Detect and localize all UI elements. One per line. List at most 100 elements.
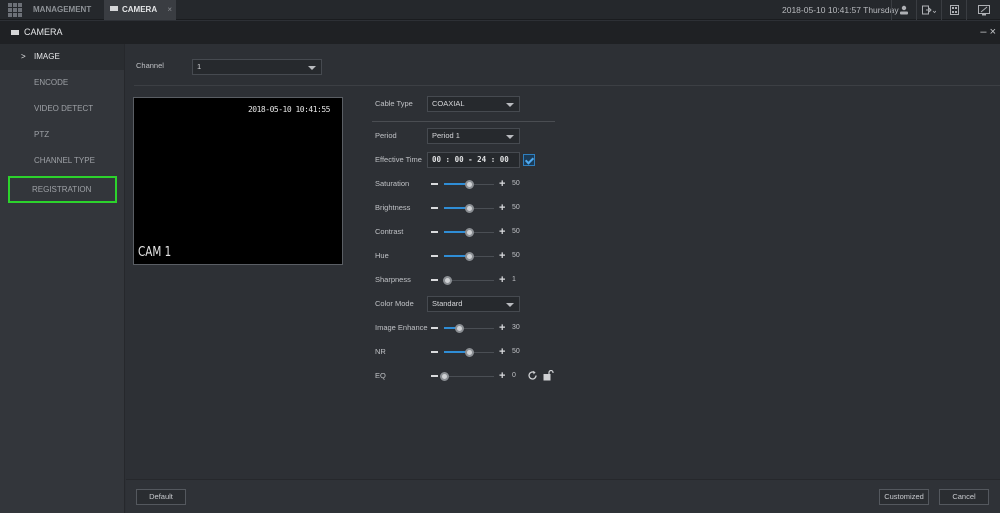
cancel-button[interactable]: Cancel (939, 489, 989, 505)
eq-slider[interactable]: + 0 (431, 368, 541, 384)
minus-icon[interactable] (431, 327, 438, 329)
cable-type-label: Cable Type (375, 99, 413, 108)
osd-channel-name: CAM 1 (138, 245, 172, 260)
period-select[interactable]: Period 1 (427, 128, 520, 144)
cable-type-select[interactable]: COAXIAL (427, 96, 520, 112)
image-enhance-label: Image Enhance (375, 323, 428, 332)
sidebar-item-ptz[interactable]: PTZ (0, 122, 124, 148)
effective-time-checkbox[interactable] (523, 154, 535, 166)
slider-track[interactable] (444, 323, 494, 333)
slider-value: 50 (512, 204, 520, 211)
plus-icon[interactable]: + (499, 346, 505, 358)
plus-icon[interactable]: + (499, 274, 505, 286)
tab-camera-label: CAMERA (122, 5, 158, 14)
color-mode-label: Color Mode (375, 299, 414, 308)
chevron-down-icon (506, 103, 514, 107)
eq-row: EQ + 0 (375, 368, 675, 384)
channel-value: 1 (197, 62, 202, 71)
plus-icon[interactable]: + (499, 226, 505, 238)
slider-handle[interactable] (464, 203, 474, 213)
footer-bar: Default Customized Cancel (126, 479, 1000, 513)
slider-track[interactable] (444, 227, 494, 237)
sharpness-slider[interactable]: + 1 (431, 272, 541, 288)
effective-time-input[interactable]: 00 : 00 - 24 : 00 (427, 152, 520, 168)
cable-type-value: COAXIAL (432, 99, 465, 108)
nr-label: NR (375, 347, 386, 356)
sidebar-item-label: VIDEO DETECT (34, 104, 94, 113)
hue-row: Hue + 50 (375, 248, 675, 264)
image-enhance-slider[interactable]: + 30 (431, 320, 541, 336)
saturation-row: Saturation + 50 (375, 176, 675, 192)
slider-handle[interactable] (464, 179, 474, 189)
sidebar-item-encode[interactable]: ENCODE (0, 70, 124, 96)
slider-track[interactable] (444, 251, 494, 261)
slider-handle[interactable] (464, 347, 474, 357)
tab-camera[interactable]: CAMERA × (104, 0, 176, 20)
unlock-icon[interactable] (543, 369, 554, 384)
slider-handle[interactable] (442, 275, 452, 285)
plus-icon[interactable]: + (499, 202, 505, 214)
divider (134, 85, 1000, 86)
saturation-label: Saturation (375, 179, 410, 188)
plus-icon[interactable]: + (499, 370, 505, 382)
minus-icon[interactable] (431, 279, 438, 281)
default-button[interactable]: Default (136, 489, 186, 505)
layout-icon[interactable] (941, 0, 966, 20)
nr-slider[interactable]: + 50 (431, 344, 541, 360)
slider-value: 50 (512, 252, 520, 259)
minus-icon[interactable] (431, 207, 438, 209)
top-bar: MANAGEMENT CAMERA × 2018-05-10 10:41:57 … (0, 0, 1000, 20)
slider-value: 0 (512, 372, 516, 379)
channel-select[interactable]: 1 (192, 59, 322, 75)
contrast-row: Contrast + 50 (375, 224, 675, 240)
sidebar-item-label: PTZ (34, 130, 50, 139)
sidebar-item-registration[interactable]: REGISTRATION (8, 176, 117, 203)
plus-icon[interactable]: + (499, 322, 505, 334)
refresh-icon[interactable] (527, 370, 538, 384)
minus-icon[interactable] (431, 255, 438, 257)
minus-icon[interactable] (431, 231, 438, 233)
window-controls: – × (980, 21, 996, 44)
brightness-slider[interactable]: + 50 (431, 200, 541, 216)
camera-icon (110, 6, 118, 12)
slider-handle[interactable] (454, 323, 464, 333)
display-icon[interactable] (966, 0, 1000, 20)
minimize-icon[interactable]: – (980, 26, 986, 38)
minus-icon[interactable] (431, 375, 438, 377)
period-value: Period 1 (432, 131, 460, 140)
image-enhance-row: Image Enhance + 30 (375, 320, 675, 336)
page-header: CAMERA – × (0, 21, 1000, 44)
slider-handle[interactable] (464, 251, 474, 261)
minus-icon[interactable] (431, 183, 438, 185)
sidebar-item-label: ENCODE (34, 78, 69, 87)
color-mode-select[interactable]: Standard (427, 296, 520, 312)
slider-track[interactable] (444, 347, 494, 357)
hue-slider[interactable]: + 50 (431, 248, 541, 264)
minus-icon[interactable] (431, 351, 438, 353)
slider-value: 50 (512, 180, 520, 187)
slider-track[interactable] (444, 203, 494, 213)
apps-grid-icon[interactable] (8, 3, 24, 17)
logout-icon[interactable] (916, 0, 941, 20)
sidebar-item-image[interactable]: > IMAGE (0, 44, 124, 70)
plus-icon[interactable]: + (499, 250, 505, 262)
close-tab-icon[interactable]: × (167, 0, 172, 20)
sidebar-item-channel-type[interactable]: CHANNEL TYPE (0, 148, 124, 174)
plus-icon[interactable]: + (499, 178, 505, 190)
slider-handle[interactable] (464, 227, 474, 237)
divider (372, 121, 555, 122)
close-icon[interactable]: × (990, 26, 996, 38)
saturation-slider[interactable]: + 50 (431, 176, 541, 192)
tab-management[interactable]: MANAGEMENT (33, 0, 91, 20)
sidebar-item-video-detect[interactable]: VIDEO DETECT (0, 96, 124, 122)
contrast-slider[interactable]: + 50 (431, 224, 541, 240)
slider-track[interactable] (439, 371, 494, 381)
slider-track[interactable] (444, 179, 494, 189)
slider-handle[interactable] (439, 371, 449, 381)
color-mode-value: Standard (432, 299, 463, 308)
user-icon[interactable] (891, 0, 916, 20)
slider-track[interactable] (442, 275, 494, 285)
customized-button[interactable]: Customized (879, 489, 929, 505)
sidebar-item-label: CHANNEL TYPE (34, 156, 95, 165)
nr-row: NR + 50 (375, 344, 675, 360)
